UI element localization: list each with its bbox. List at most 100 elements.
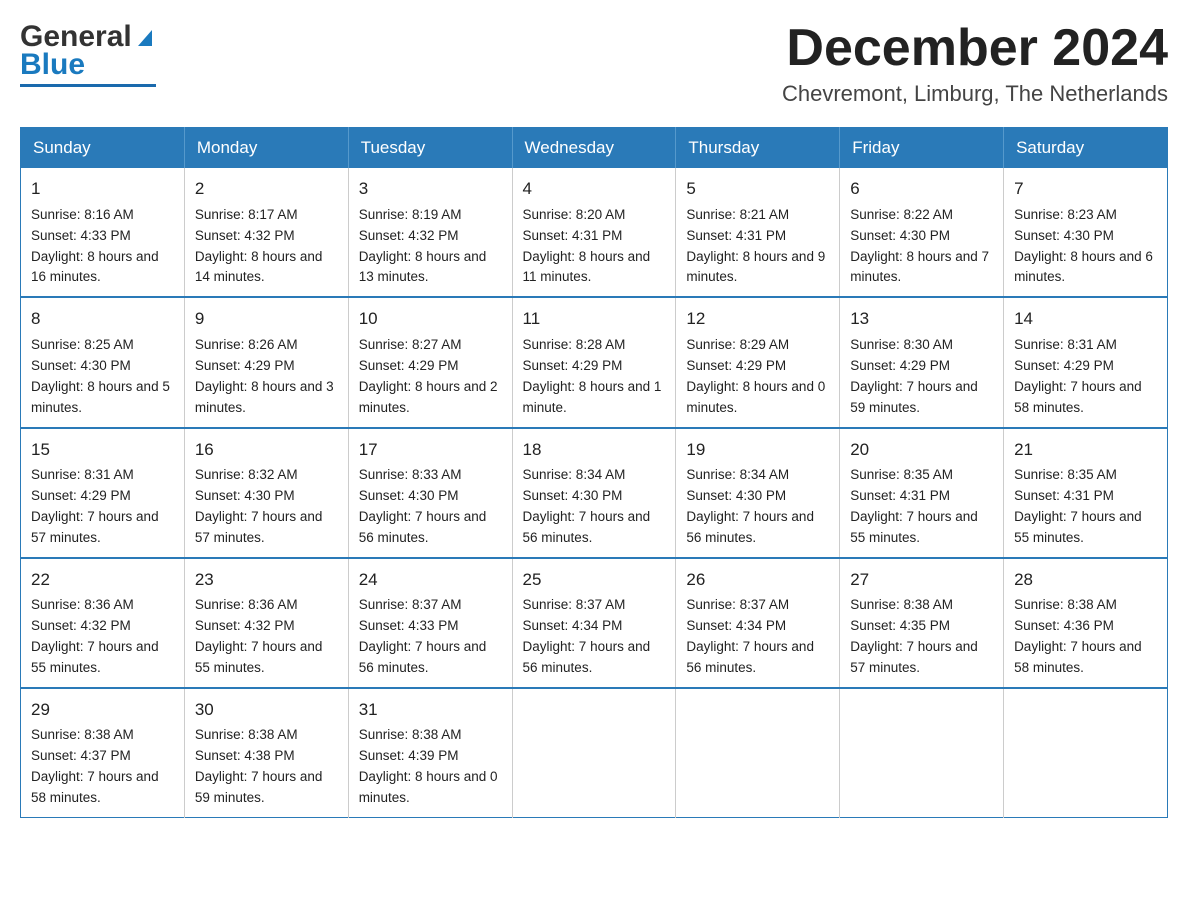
calendar-day-cell: 19 Sunrise: 8:34 AM Sunset: 4:30 PM Dayl… [676, 428, 840, 558]
day-info: Sunrise: 8:38 AM Sunset: 4:39 PM Dayligh… [359, 727, 498, 805]
calendar-week-row: 8 Sunrise: 8:25 AM Sunset: 4:30 PM Dayli… [21, 297, 1168, 427]
day-number: 13 [850, 306, 993, 332]
day-info: Sunrise: 8:37 AM Sunset: 4:34 PM Dayligh… [523, 597, 651, 675]
day-number: 4 [523, 176, 666, 202]
day-number: 26 [686, 567, 829, 593]
title-section: December 2024 Chevremont, Limburg, The N… [782, 20, 1168, 107]
day-info: Sunrise: 8:38 AM Sunset: 4:37 PM Dayligh… [31, 727, 159, 805]
month-title: December 2024 [782, 20, 1168, 77]
calendar-day-cell: 29 Sunrise: 8:38 AM Sunset: 4:37 PM Dayl… [21, 688, 185, 818]
col-header-thursday: Thursday [676, 128, 840, 169]
col-header-sunday: Sunday [21, 128, 185, 169]
day-number: 14 [1014, 306, 1157, 332]
calendar-day-cell: 6 Sunrise: 8:22 AM Sunset: 4:30 PM Dayli… [840, 168, 1004, 297]
calendar-day-cell: 26 Sunrise: 8:37 AM Sunset: 4:34 PM Dayl… [676, 558, 840, 688]
day-info: Sunrise: 8:38 AM Sunset: 4:38 PM Dayligh… [195, 727, 323, 805]
calendar-day-cell: 12 Sunrise: 8:29 AM Sunset: 4:29 PM Dayl… [676, 297, 840, 427]
calendar-day-cell: 24 Sunrise: 8:37 AM Sunset: 4:33 PM Dayl… [348, 558, 512, 688]
day-number: 24 [359, 567, 502, 593]
calendar-day-cell [1004, 688, 1168, 818]
day-info: Sunrise: 8:34 AM Sunset: 4:30 PM Dayligh… [523, 467, 651, 545]
day-info: Sunrise: 8:38 AM Sunset: 4:36 PM Dayligh… [1014, 597, 1142, 675]
day-number: 29 [31, 697, 174, 723]
calendar-day-cell: 3 Sunrise: 8:19 AM Sunset: 4:32 PM Dayli… [348, 168, 512, 297]
day-number: 15 [31, 437, 174, 463]
day-info: Sunrise: 8:37 AM Sunset: 4:34 PM Dayligh… [686, 597, 814, 675]
calendar-day-cell: 23 Sunrise: 8:36 AM Sunset: 4:32 PM Dayl… [184, 558, 348, 688]
col-header-saturday: Saturday [1004, 128, 1168, 169]
day-number: 31 [359, 697, 502, 723]
day-info: Sunrise: 8:36 AM Sunset: 4:32 PM Dayligh… [31, 597, 159, 675]
day-number: 17 [359, 437, 502, 463]
calendar-header-row: SundayMondayTuesdayWednesdayThursdayFrid… [21, 128, 1168, 169]
day-info: Sunrise: 8:37 AM Sunset: 4:33 PM Dayligh… [359, 597, 487, 675]
day-number: 12 [686, 306, 829, 332]
day-info: Sunrise: 8:22 AM Sunset: 4:30 PM Dayligh… [850, 207, 989, 285]
day-info: Sunrise: 8:21 AM Sunset: 4:31 PM Dayligh… [686, 207, 825, 285]
day-number: 5 [686, 176, 829, 202]
day-number: 6 [850, 176, 993, 202]
day-number: 9 [195, 306, 338, 332]
calendar-day-cell: 22 Sunrise: 8:36 AM Sunset: 4:32 PM Dayl… [21, 558, 185, 688]
day-info: Sunrise: 8:32 AM Sunset: 4:30 PM Dayligh… [195, 467, 323, 545]
calendar-day-cell: 10 Sunrise: 8:27 AM Sunset: 4:29 PM Dayl… [348, 297, 512, 427]
day-number: 21 [1014, 437, 1157, 463]
logo-triangle-icon [134, 26, 156, 48]
calendar-day-cell: 20 Sunrise: 8:35 AM Sunset: 4:31 PM Dayl… [840, 428, 1004, 558]
calendar-day-cell: 11 Sunrise: 8:28 AM Sunset: 4:29 PM Dayl… [512, 297, 676, 427]
col-header-tuesday: Tuesday [348, 128, 512, 169]
calendar-day-cell: 16 Sunrise: 8:32 AM Sunset: 4:30 PM Dayl… [184, 428, 348, 558]
day-info: Sunrise: 8:26 AM Sunset: 4:29 PM Dayligh… [195, 337, 334, 415]
day-number: 7 [1014, 176, 1157, 202]
day-info: Sunrise: 8:20 AM Sunset: 4:31 PM Dayligh… [523, 207, 651, 285]
calendar-day-cell [512, 688, 676, 818]
calendar-day-cell: 2 Sunrise: 8:17 AM Sunset: 4:32 PM Dayli… [184, 168, 348, 297]
day-info: Sunrise: 8:16 AM Sunset: 4:33 PM Dayligh… [31, 207, 159, 285]
day-number: 10 [359, 306, 502, 332]
calendar-week-row: 22 Sunrise: 8:36 AM Sunset: 4:32 PM Dayl… [21, 558, 1168, 688]
day-info: Sunrise: 8:23 AM Sunset: 4:30 PM Dayligh… [1014, 207, 1153, 285]
logo-blue-text: Blue [20, 48, 85, 81]
col-header-friday: Friday [840, 128, 1004, 169]
day-info: Sunrise: 8:28 AM Sunset: 4:29 PM Dayligh… [523, 337, 662, 415]
calendar-day-cell: 7 Sunrise: 8:23 AM Sunset: 4:30 PM Dayli… [1004, 168, 1168, 297]
logo-underline [20, 84, 156, 87]
day-info: Sunrise: 8:31 AM Sunset: 4:29 PM Dayligh… [1014, 337, 1142, 415]
calendar-week-row: 1 Sunrise: 8:16 AM Sunset: 4:33 PM Dayli… [21, 168, 1168, 297]
day-number: 25 [523, 567, 666, 593]
calendar-day-cell: 8 Sunrise: 8:25 AM Sunset: 4:30 PM Dayli… [21, 297, 185, 427]
calendar-day-cell: 30 Sunrise: 8:38 AM Sunset: 4:38 PM Dayl… [184, 688, 348, 818]
calendar-week-row: 29 Sunrise: 8:38 AM Sunset: 4:37 PM Dayl… [21, 688, 1168, 818]
day-info: Sunrise: 8:33 AM Sunset: 4:30 PM Dayligh… [359, 467, 487, 545]
day-number: 27 [850, 567, 993, 593]
calendar-table: SundayMondayTuesdayWednesdayThursdayFrid… [20, 127, 1168, 818]
day-info: Sunrise: 8:17 AM Sunset: 4:32 PM Dayligh… [195, 207, 323, 285]
day-number: 23 [195, 567, 338, 593]
day-info: Sunrise: 8:30 AM Sunset: 4:29 PM Dayligh… [850, 337, 978, 415]
day-number: 28 [1014, 567, 1157, 593]
calendar-day-cell: 1 Sunrise: 8:16 AM Sunset: 4:33 PM Dayli… [21, 168, 185, 297]
calendar-day-cell: 13 Sunrise: 8:30 AM Sunset: 4:29 PM Dayl… [840, 297, 1004, 427]
logo: General Blue [20, 20, 156, 87]
day-number: 22 [31, 567, 174, 593]
day-number: 16 [195, 437, 338, 463]
day-number: 19 [686, 437, 829, 463]
day-number: 2 [195, 176, 338, 202]
calendar-day-cell: 27 Sunrise: 8:38 AM Sunset: 4:35 PM Dayl… [840, 558, 1004, 688]
day-info: Sunrise: 8:38 AM Sunset: 4:35 PM Dayligh… [850, 597, 978, 675]
day-info: Sunrise: 8:35 AM Sunset: 4:31 PM Dayligh… [1014, 467, 1142, 545]
day-number: 20 [850, 437, 993, 463]
calendar-day-cell: 15 Sunrise: 8:31 AM Sunset: 4:29 PM Dayl… [21, 428, 185, 558]
day-info: Sunrise: 8:34 AM Sunset: 4:30 PM Dayligh… [686, 467, 814, 545]
calendar-day-cell: 21 Sunrise: 8:35 AM Sunset: 4:31 PM Dayl… [1004, 428, 1168, 558]
day-number: 3 [359, 176, 502, 202]
calendar-day-cell: 4 Sunrise: 8:20 AM Sunset: 4:31 PM Dayli… [512, 168, 676, 297]
col-header-monday: Monday [184, 128, 348, 169]
calendar-week-row: 15 Sunrise: 8:31 AM Sunset: 4:29 PM Dayl… [21, 428, 1168, 558]
day-number: 18 [523, 437, 666, 463]
day-info: Sunrise: 8:31 AM Sunset: 4:29 PM Dayligh… [31, 467, 159, 545]
day-info: Sunrise: 8:29 AM Sunset: 4:29 PM Dayligh… [686, 337, 825, 415]
day-number: 1 [31, 176, 174, 202]
calendar-day-cell: 9 Sunrise: 8:26 AM Sunset: 4:29 PM Dayli… [184, 297, 348, 427]
calendar-day-cell [840, 688, 1004, 818]
